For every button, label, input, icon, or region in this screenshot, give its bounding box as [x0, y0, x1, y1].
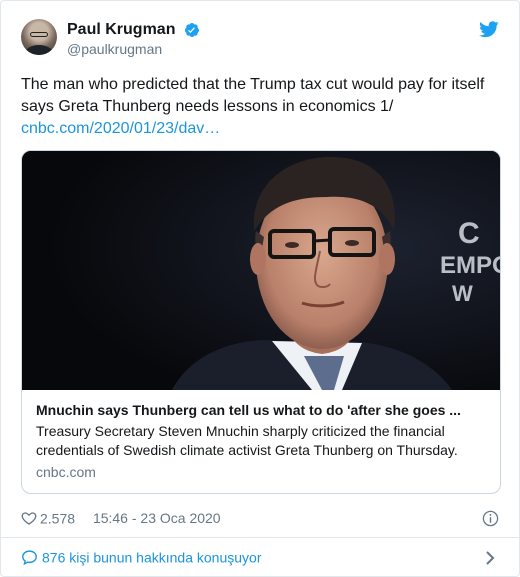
timestamp[interactable]: 15:46 - 23 Oca 2020	[93, 510, 221, 526]
tweet-embed: Paul Krugman @paulkrugman The man who pr…	[0, 0, 520, 577]
svg-text:W: W	[452, 281, 473, 306]
chevron-right-icon[interactable]	[485, 550, 495, 566]
verified-badge-icon	[184, 23, 199, 37]
card-text: Mnuchin says Thunberg can tell us what t…	[22, 390, 500, 482]
article-link[interactable]: cnbc.com/2020/01/23/dav…	[21, 118, 503, 140]
tweet-header: Paul Krugman @paulkrugman	[21, 19, 499, 61]
conversation-text[interactable]: 876 kişi bunun hakkında konuşuyor	[42, 549, 261, 565]
avatar[interactable]	[21, 19, 57, 55]
article-photo: C EMPO W	[22, 151, 500, 390]
heart-icon[interactable]	[21, 510, 37, 526]
speech-bubble-icon	[22, 550, 37, 566]
info-icon[interactable]	[482, 510, 499, 527]
divider	[1, 537, 519, 538]
conversation-link[interactable]: 876 kişi bunun hakkında konuşuyor	[21, 548, 499, 570]
card-title[interactable]: Mnuchin says Thunberg can tell us what t…	[36, 400, 486, 420]
link-preview-card[interactable]: C EMPO W	[21, 150, 501, 494]
avatar-shoulders	[25, 45, 53, 55]
background-text: C	[458, 217, 480, 250]
display-name[interactable]: Paul Krugman	[67, 20, 175, 40]
twitter-bird-icon[interactable]	[479, 21, 499, 38]
tweet-text-line-2: says Greta Thunberg needs lessons in eco…	[21, 98, 394, 115]
svg-text:EMPO: EMPO	[440, 252, 500, 279]
card-domain: cnbc.com	[36, 464, 96, 480]
article-image[interactable]: C EMPO W	[22, 151, 500, 390]
handle[interactable]: @paulkrugman	[67, 40, 200, 58]
tweet-meta: 2.578 15:46 - 23 Oca 2020	[21, 509, 499, 529]
card-description: Treasury Secretary Steven Mnuchin sharpl…	[36, 423, 458, 458]
tweet-text: The man who predicted that the Trump tax…	[21, 74, 503, 140]
like-count[interactable]: 2.578	[40, 510, 75, 526]
author-info[interactable]: Paul Krugman @paulkrugman	[67, 20, 200, 58]
avatar-glasses	[30, 32, 48, 37]
tweet-text-line-1: The man who predicted that the Trump tax…	[21, 76, 485, 93]
